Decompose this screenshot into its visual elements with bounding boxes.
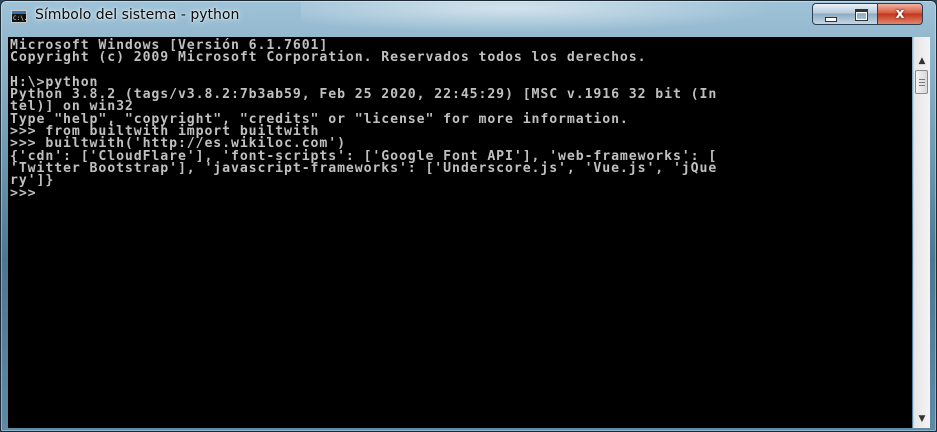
grip-line <box>919 79 925 80</box>
cmd-icon-text: C:\. <box>13 15 28 22</box>
scroll-up-button[interactable]: ▲ <box>914 53 930 70</box>
scrollbar-thumb[interactable] <box>915 70 928 94</box>
maximize-icon <box>855 9 868 21</box>
console-prompt: >>> <box>10 185 37 201</box>
console-line: 'Twitter Bootstrap'], 'javascript-framew… <box>10 160 718 176</box>
command-prompt-window: C:\. Símbolo del sistema - python x Micr… <box>0 0 937 432</box>
console-line: Copyright (c) 2009 Microsoft Corporation… <box>10 50 647 66</box>
chevron-down-icon: ▼ <box>918 414 926 424</box>
close-button[interactable]: x <box>877 3 923 25</box>
title-bar[interactable]: C:\. Símbolo del sistema - python x <box>1 1 936 37</box>
grip-line <box>919 85 925 86</box>
window-title: Símbolo del sistema - python <box>35 7 240 23</box>
console-line: Python 3.8.2 (tags/v3.8.2:7b3ab59, Feb 2… <box>10 87 718 103</box>
minimize-icon <box>825 17 837 22</box>
scroll-down-button[interactable]: ▼ <box>914 411 930 428</box>
chevron-up-icon: ▲ <box>918 56 926 66</box>
close-icon: x <box>895 6 905 22</box>
cmd-icon[interactable]: C:\. <box>11 10 27 23</box>
console-text: Microsoft Windows [Versión 6.1.7601] Copy… <box>8 37 912 200</box>
console-output[interactable]: Microsoft Windows [Versión 6.1.7601] Copy… <box>8 37 912 428</box>
minimize-button[interactable] <box>812 3 846 25</box>
title-bar-glow <box>301 1 821 37</box>
vertical-scrollbar[interactable]: ▲ ▼ <box>913 37 930 428</box>
console-line: ry']} <box>10 173 55 189</box>
grip-line <box>919 82 925 83</box>
maximize-button[interactable] <box>845 3 878 25</box>
